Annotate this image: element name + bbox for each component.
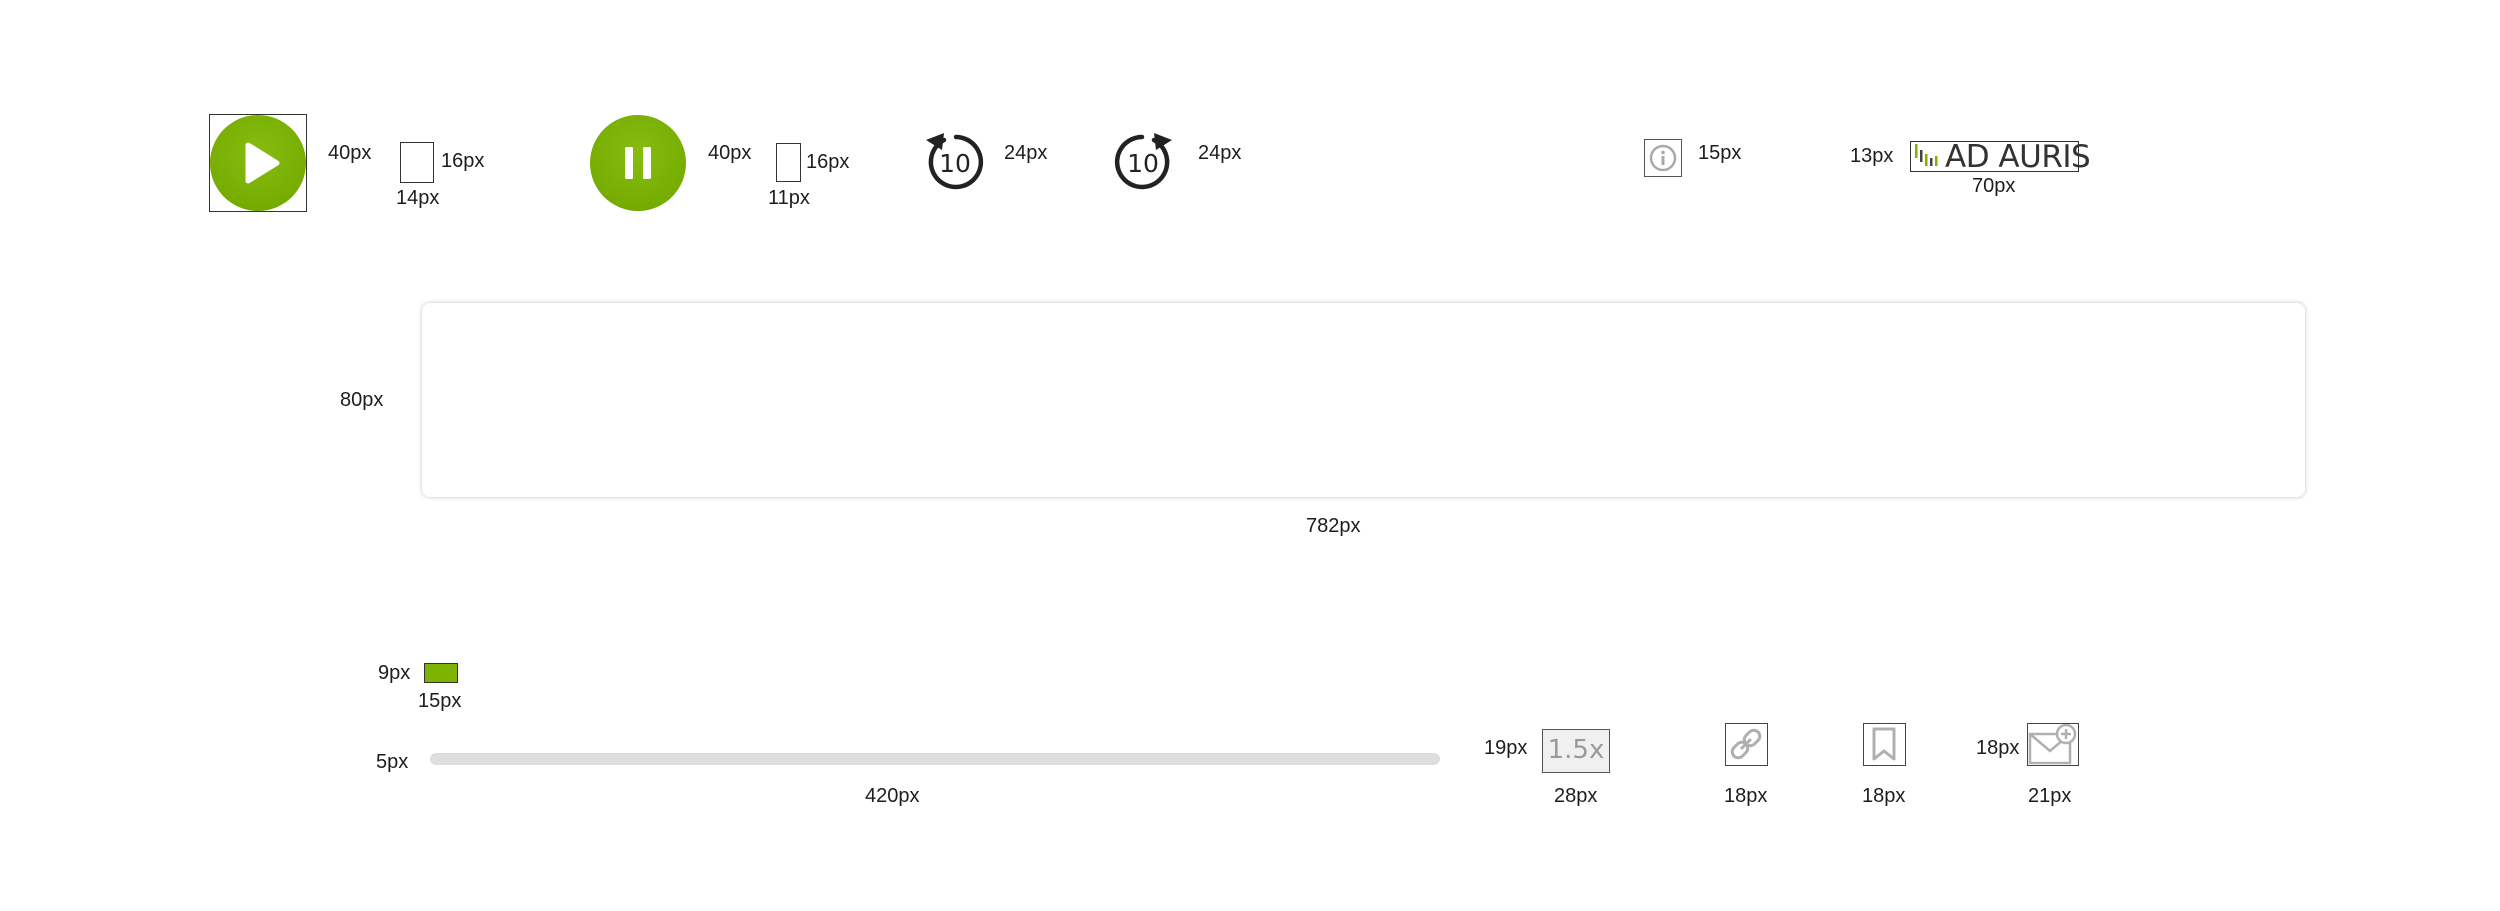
play-button[interactable] [210, 115, 306, 211]
play-icon-width-label: 14px [396, 187, 440, 209]
playback-speed-button[interactable]: 1.5x [1542, 729, 1610, 773]
info-button[interactable] [1644, 139, 1682, 177]
info-icon [1649, 144, 1677, 172]
pause-size-label: 40px [708, 142, 752, 164]
play-icon-height-label: 16px [441, 150, 485, 172]
pause-icon-spec-box [776, 143, 801, 182]
progress-height-label: 5px [376, 751, 409, 773]
panel-height-label: 80px [340, 389, 384, 411]
link-size-label: 18px [1724, 785, 1768, 807]
player-panel [422, 303, 2305, 497]
pause-icon-height-label: 16px [806, 151, 850, 173]
ad-auris-logo[interactable]: AD AURIS [1910, 139, 2091, 175]
pause-button[interactable] [590, 115, 686, 211]
link-icon [1730, 728, 1762, 760]
email-plus-icon [2028, 724, 2077, 765]
panel-width-label: 782px [1306, 515, 1361, 537]
info-size-label: 15px [1698, 142, 1742, 164]
share-link-button[interactable] [1725, 723, 1768, 766]
email-width-label: 21px [2028, 785, 2072, 807]
logo-width-label: 70px [1972, 175, 2016, 197]
speed-height-label: 19px [1484, 737, 1528, 759]
forward-size-label: 24px [1198, 142, 1242, 164]
rewind-size-label: 24px [1004, 142, 1048, 164]
rewind-10-button[interactable]: 10 [922, 130, 986, 194]
rewind-10-icon: 10 [926, 133, 984, 190]
logo-height-label: 13px [1850, 145, 1894, 167]
scrubber-thumb[interactable] [424, 663, 458, 683]
forward-10-button[interactable]: 10 [1112, 130, 1176, 194]
progress-width-label: 420px [865, 785, 920, 807]
bookmark-button[interactable] [1863, 723, 1906, 766]
speed-width-label: 28px [1554, 785, 1598, 807]
scrubber-width-label: 15px [418, 690, 462, 712]
scrubber-height-label: 9px [378, 662, 411, 684]
play-size-label: 40px [328, 142, 372, 164]
bookmark-size-label: 18px [1862, 785, 1906, 807]
bookmark-icon [1872, 727, 1896, 761]
email-height-label: 18px [1976, 737, 2020, 759]
pause-icon [625, 147, 651, 179]
waveform-icon [1915, 144, 1938, 166]
forward-number: 10 [1127, 149, 1159, 178]
rewind-number: 10 [939, 149, 971, 178]
email-add-button[interactable] [2027, 723, 2079, 766]
play-icon [245, 142, 280, 184]
logo-text: AD AURIS [1945, 139, 2091, 175]
progress-bar[interactable] [430, 753, 1440, 765]
pause-icon-width-label: 11px [768, 187, 810, 209]
forward-10-icon: 10 [1114, 133, 1172, 190]
play-icon-spec-box [400, 142, 434, 183]
